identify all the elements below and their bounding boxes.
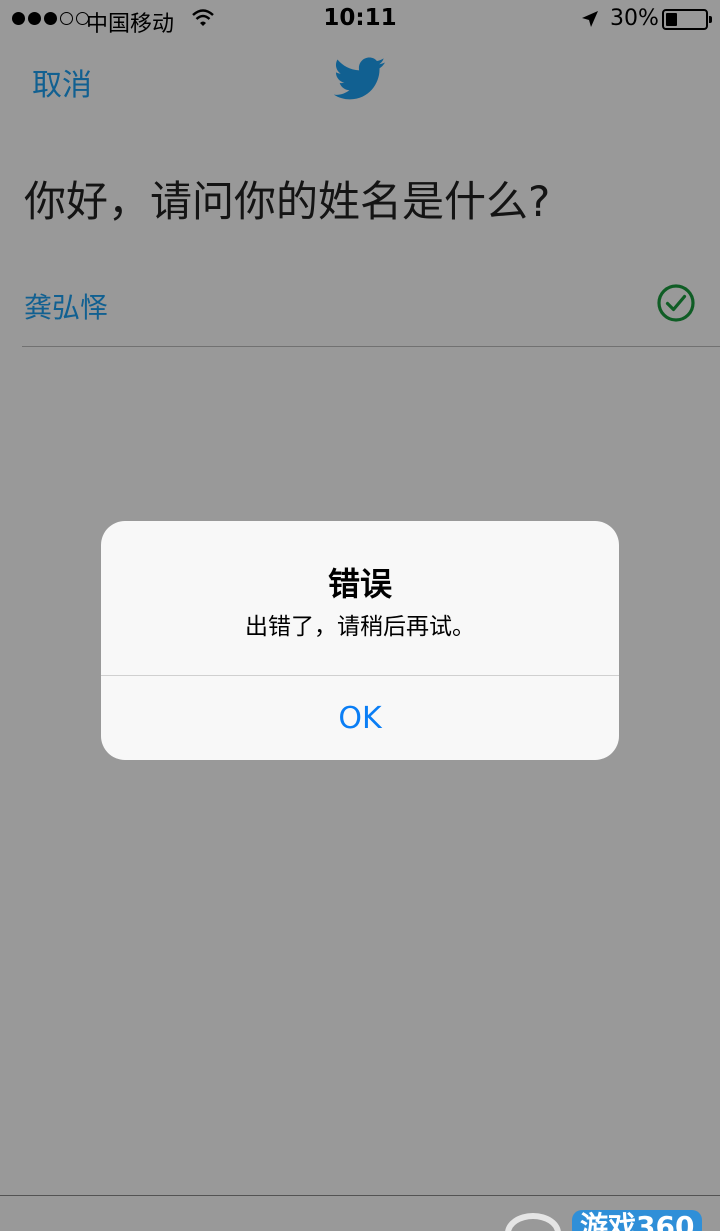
screen: 中国移动 10:11 30% 取消 你好，请问你的姓名是什么? 龚弘怿 错误 出… [0,0,720,1231]
error-alert-dialog: 错误 出错了，请稍后再试。 OK [101,521,619,760]
alert-message: 出错了，请稍后再试。 [245,614,475,640]
watermark-badge: 游戏360 [572,1210,702,1231]
ok-button[interactable]: OK [101,676,619,760]
alert-title: 错误 [327,565,392,603]
